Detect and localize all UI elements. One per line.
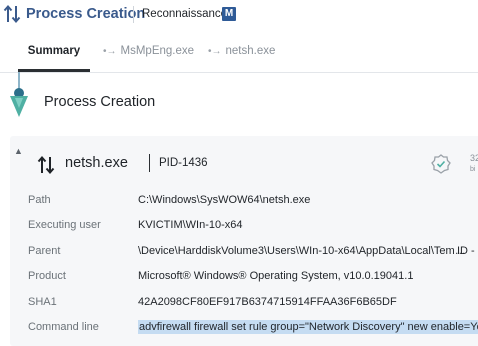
process-icon	[37, 155, 55, 175]
command-line-value[interactable]: advfirewall firewall set rule group="Net…	[138, 320, 478, 334]
executing-user-label: Executing user	[28, 219, 101, 231]
timeline-node-icon	[10, 88, 28, 117]
process-divider	[149, 154, 150, 172]
path-value[interactable]: C:\Windows\SysWOW64\netsh.exe	[138, 194, 310, 206]
path-label: Path	[28, 194, 51, 206]
tab-netsh[interactable]: •→ netsh.exe	[208, 38, 275, 71]
collapse-icon[interactable]: ▲	[14, 146, 23, 156]
side-metric-unit: bi	[470, 166, 476, 173]
mitre-badge-icon[interactable]: M	[222, 7, 236, 21]
event-title: Process Creation	[44, 94, 156, 110]
tab-summary-label: Summary	[27, 45, 81, 57]
command-line-label: Command line	[28, 321, 99, 333]
parent-label: Parent	[28, 245, 61, 257]
tab-msmpeng[interactable]: •→ MsMpEng.exe	[103, 38, 194, 71]
process-creation-icon	[3, 4, 21, 24]
dotted-arrow-icon: •→	[208, 46, 222, 57]
tab-bar: Summary •→ MsMpEng.exe •→ netsh.exe	[0, 38, 478, 73]
side-metric: 32 bi	[470, 153, 478, 175]
side-metric-value: 32	[470, 153, 478, 163]
process-pid: PID-1436	[159, 157, 208, 169]
executing-user-value[interactable]: KVICTIM\WIn-10-x64	[138, 219, 243, 231]
dotted-arrow-icon: •→	[103, 46, 117, 57]
tab-netsh-label: netsh.exe	[225, 45, 276, 57]
tab-summary[interactable]: Summary	[18, 38, 90, 72]
sha1-label: SHA1	[28, 296, 57, 308]
sha1-value[interactable]: 42A2098CF80EF917B6374715914FFAA36F6B65DF	[138, 296, 397, 308]
product-label: Product	[28, 270, 66, 282]
page-title: Process Creation	[26, 6, 146, 22]
tab-msmpeng-label: MsMpEng.exe	[120, 45, 195, 57]
timeline	[0, 72, 40, 142]
header-divider	[133, 6, 134, 23]
tactic-label: Reconnaissance	[142, 8, 228, 20]
panel-header: Process Creation Reconnaissance M	[0, 0, 478, 32]
parent-value[interactable]: \Device\HarddiskVolume3\Users\WIn-10-x64…	[138, 245, 466, 257]
process-name[interactable]: netsh.exe	[65, 155, 128, 171]
parent-id-label: ID -	[457, 245, 475, 257]
product-value[interactable]: Microsoft® Windows® Operating System, v1…	[138, 270, 413, 282]
verified-badge-icon	[431, 154, 451, 174]
